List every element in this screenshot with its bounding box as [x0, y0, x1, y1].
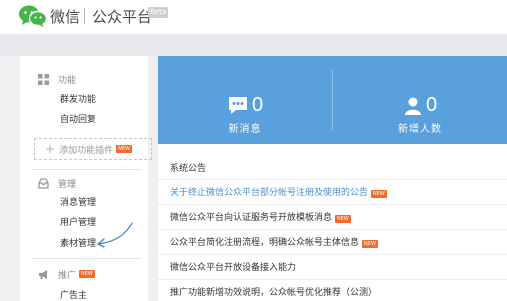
stat-new-messages[interactable]: 0 新消息 [158, 56, 332, 144]
stat-new-followers[interactable]: 0 新增人数 [333, 56, 507, 144]
add-plugin-label: 添加功能插件 [59, 145, 114, 156]
plus-icon: + [45, 142, 56, 156]
section-title: 推广 [58, 270, 77, 281]
sidebar-item-material-manage[interactable]: 素材管理 [60, 237, 96, 251]
new-followers-label: 新增人数 [398, 124, 442, 135]
notice-item[interactable]: 推广功能新增功效说明，公众帐号优化推荐（公测） [158, 281, 507, 301]
main-content: 0 新消息 0 新增人数 系统公告 关于终止微信公众平台部分帐号注册及使用的公告… [158, 56, 507, 301]
chat-bubble-icon [228, 96, 247, 114]
sidebar-divider [32, 258, 142, 259]
sidebar-section-features: 功能 [38, 72, 76, 86]
sidebar-item-auto-reply[interactable]: 自动回复 [60, 113, 96, 127]
new-followers-count: 0 [425, 94, 438, 116]
new-messages-count: 0 [251, 94, 264, 116]
sidebar-item-user-manage[interactable]: 用户管理 [60, 216, 96, 230]
brand-name: 微信 [50, 8, 81, 26]
new-badge: NEW [371, 190, 387, 198]
notice-item[interactable]: 微信公众平台向认证服务号开放模板消息 NEW [158, 206, 507, 230]
notice-link[interactable]: 公众平台简化注册流程，明确公众帐号主体信息 [170, 238, 359, 248]
section-title: 管理 [58, 179, 77, 190]
person-icon [404, 97, 421, 115]
new-badge: NEW [116, 145, 132, 153]
annotation-arrow-icon [97, 222, 133, 248]
sidebar-item-advertiser[interactable]: 广告主 [60, 289, 87, 301]
notice-link[interactable]: 关于终止微信公众平台部分帐号注册及使用的公告 [170, 188, 368, 198]
inbox-icon [38, 177, 49, 189]
sidebar-section-manage: 管理 [38, 176, 76, 190]
beta-badge: Beta [148, 7, 169, 18]
top-header: 微信 公众平台 Beta [0, 0, 507, 34]
notice-item[interactable]: 微信公众平台开放设备接入能力 [158, 256, 507, 280]
section-title: 功能 [58, 75, 77, 86]
sidebar: 功能 群发功能 自动回复 + 添加功能插件 NEW 管理 消息管理 用户管理 素… [20, 56, 152, 301]
new-badge: NEW [335, 215, 351, 223]
sidebar-section-promotion: 推广 NEW [38, 267, 95, 281]
stats-panel: 0 新消息 0 新增人数 [158, 56, 507, 144]
account-bar [0, 34, 507, 56]
platform-name: 公众平台 [92, 8, 153, 26]
grid-icon [38, 73, 49, 85]
add-plugin-button[interactable]: + 添加功能插件 NEW [34, 138, 152, 160]
notice-item[interactable]: 公众平台简化注册流程，明确公众帐号主体信息 NEW [158, 231, 507, 255]
new-badge: NEW [362, 240, 378, 248]
notices-title: 系统公告 [158, 158, 507, 180]
sidebar-item-mass-send[interactable]: 群发功能 [60, 93, 96, 107]
notice-link[interactable]: 微信公众平台开放设备接入能力 [170, 263, 296, 273]
megaphone-icon [39, 269, 47, 279]
notice-link[interactable]: 推广功能新增功效说明，公众帐号优化推荐（公测） [170, 288, 377, 298]
notice-item[interactable]: 关于终止微信公众平台部分帐号注册及使用的公告 NEW [158, 181, 507, 205]
sidebar-divider [32, 169, 142, 170]
new-badge: NEW [79, 270, 95, 278]
new-messages-label: 新消息 [228, 124, 262, 135]
header-divider [84, 8, 85, 24]
sidebar-item-message-manage[interactable]: 消息管理 [60, 196, 96, 210]
wechat-logo-icon [19, 5, 48, 27]
notice-link[interactable]: 微信公众平台向认证服务号开放模板消息 [170, 213, 332, 223]
